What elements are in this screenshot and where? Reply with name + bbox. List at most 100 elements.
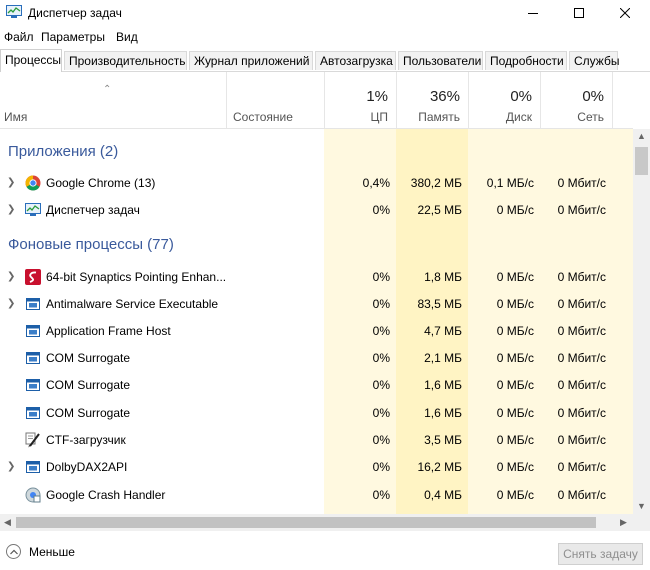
- memory-value: 0,4 МБ: [424, 488, 462, 502]
- process-name: COM Surrogate: [46, 351, 131, 365]
- expand-chevron-icon[interactable]: ❯: [7, 271, 15, 282]
- group-header-apps: Приложения (2): [0, 138, 633, 165]
- minimize-button[interactable]: [510, 0, 556, 26]
- expand-chevron-icon[interactable]: ❯: [7, 177, 15, 188]
- tab-strip: Процессы Производительность Журнал прило…: [0, 49, 650, 72]
- header-cpu[interactable]: 1% ЦП: [324, 72, 396, 128]
- tab-services[interactable]: Службы: [569, 51, 619, 70]
- close-icon: [620, 8, 630, 18]
- table-row[interactable]: ❯ 64-bit Synaptics Pointing Enhan... 0% …: [0, 263, 633, 290]
- menu-options[interactable]: Параметры: [41, 30, 105, 44]
- menu-bar: Файл Параметры Вид: [0, 27, 650, 47]
- cpu-value: 0%: [372, 203, 390, 217]
- header-memory[interactable]: 36% Память: [396, 72, 468, 128]
- table-row[interactable]: COM Surrogate 0% 1,6 МБ 0 МБ/с 0 Мбит/с: [0, 371, 633, 398]
- task-manager-icon: [25, 203, 41, 216]
- expand-chevron-icon[interactable]: ❯: [7, 204, 15, 215]
- disk-value: 0 МБ/с: [496, 270, 534, 284]
- chrome-icon: [25, 175, 41, 191]
- header-network[interactable]: 0% Сеть: [540, 72, 612, 128]
- fewer-details-button[interactable]: Меньше: [6, 544, 75, 559]
- tab-app-history[interactable]: Журнал приложений: [189, 51, 313, 70]
- expand-chevron-icon[interactable]: ❯: [7, 461, 15, 472]
- header-disk[interactable]: 0% Диск: [468, 72, 540, 128]
- expand-chevron-icon[interactable]: ❯: [7, 298, 15, 309]
- header-cpu-label: ЦП: [370, 110, 388, 124]
- tab-startup[interactable]: Автозагрузка: [315, 51, 396, 70]
- table-row[interactable]: COM Surrogate 0% 2,1 МБ 0 МБ/с 0 Мбит/с: [0, 344, 633, 371]
- crash-handler-icon: [25, 487, 41, 503]
- synaptics-icon: [25, 269, 41, 285]
- vertical-scroll-thumb[interactable]: [635, 147, 648, 175]
- network-value: 0 Мбит/с: [557, 378, 606, 392]
- group-header-background: Фоновые процессы (77): [0, 231, 633, 258]
- pen-icon: [25, 432, 40, 448]
- table-row[interactable]: Application Frame Host 0% 4,7 МБ 0 МБ/с …: [0, 317, 633, 344]
- table-row[interactable]: COM Surrogate 0% 1,6 МБ 0 МБ/с 0 Мбит/с: [0, 399, 633, 426]
- disk-value: 0 МБ/с: [496, 297, 534, 311]
- network-value: 0 Мбит/с: [557, 270, 606, 284]
- process-name: Диспетчер задач: [46, 203, 140, 217]
- scroll-left-icon[interactable]: ◀: [4, 517, 11, 528]
- disk-value: 0,1 МБ/с: [486, 176, 534, 190]
- footer: Меньше Снять задачу: [0, 531, 650, 570]
- memory-value: 1,6 МБ: [424, 406, 462, 420]
- sort-up-icon: ⌃: [103, 84, 112, 95]
- cpu-value: 0%: [372, 406, 390, 420]
- process-name: Antimalware Service Executable: [46, 297, 219, 311]
- table-row[interactable]: CTF-загрузчик 0% 3,5 МБ 0 МБ/с 0 Мбит/с: [0, 426, 633, 453]
- header-memory-pct: 36%: [429, 88, 460, 105]
- disk-value: 0 МБ/с: [496, 378, 534, 392]
- horizontal-scrollbar[interactable]: ◀ ▶: [0, 514, 633, 531]
- horizontal-scroll-thumb[interactable]: [16, 517, 596, 528]
- end-task-button[interactable]: Снять задачу: [558, 543, 643, 565]
- tab-processes[interactable]: Процессы: [0, 49, 62, 72]
- maximize-button[interactable]: [556, 0, 602, 26]
- table-row[interactable]: Google Crash Handler 0% 0,4 МБ 0 МБ/с 0 …: [0, 481, 633, 508]
- scroll-down-icon[interactable]: ▼: [637, 501, 646, 511]
- menu-view[interactable]: Вид: [116, 30, 138, 44]
- window-title: Диспетчер задач: [28, 6, 122, 20]
- group-title: Приложения (2): [8, 143, 119, 160]
- table-row[interactable]: ❯ DolbyDAX2API 0% 16,2 МБ 0 МБ/с 0 Мбит/…: [0, 453, 633, 480]
- memory-value: 380,2 МБ: [410, 176, 462, 190]
- scroll-up-icon[interactable]: ▲: [637, 131, 646, 141]
- memory-value: 1,8 МБ: [424, 270, 462, 284]
- window-icon: [26, 352, 40, 364]
- menu-file[interactable]: Файл: [4, 30, 34, 44]
- close-button[interactable]: [602, 0, 648, 26]
- scroll-right-icon[interactable]: ▶: [620, 517, 627, 528]
- table-row[interactable]: ❯ Antimalware Service Executable 0% 83,5…: [0, 290, 633, 317]
- process-name: COM Surrogate: [46, 406, 131, 420]
- table-row[interactable]: ❯ Диспетчер задач 0% 22,5 МБ 0 МБ/с 0 Мб…: [0, 196, 633, 223]
- group-title: Фоновые процессы (77): [8, 236, 174, 253]
- tab-performance[interactable]: Производительность: [64, 51, 187, 70]
- maximize-icon: [574, 8, 584, 18]
- header-name-label: Имя: [4, 110, 28, 124]
- header-network-label: Сеть: [577, 110, 604, 124]
- vertical-scrollbar[interactable]: ▲ ▼: [633, 129, 650, 514]
- memory-value: 22,5 МБ: [417, 203, 462, 217]
- memory-value: 1,6 МБ: [424, 378, 462, 392]
- network-value: 0 Мбит/с: [557, 297, 606, 311]
- table-row[interactable]: ❯ Google Chrome (13) 0,4% 380,2 МБ 0,1 М…: [0, 169, 633, 196]
- network-value: 0 Мбит/с: [557, 488, 606, 502]
- process-name: DolbyDAX2API: [46, 460, 128, 474]
- memory-value: 16,2 МБ: [417, 460, 462, 474]
- header-name[interactable]: ⌃ Имя: [0, 72, 226, 128]
- tab-details[interactable]: Подробности: [485, 51, 567, 70]
- network-value: 0 Мбит/с: [557, 351, 606, 365]
- cpu-value: 0,4%: [362, 176, 390, 190]
- cpu-value: 0%: [372, 378, 390, 392]
- process-name: COM Surrogate: [46, 378, 131, 392]
- tab-users[interactable]: Пользователи: [398, 51, 483, 70]
- network-value: 0 Мбит/с: [557, 203, 606, 217]
- header-memory-label: Память: [418, 110, 460, 124]
- cpu-value: 0%: [372, 324, 390, 338]
- process-name: Application Frame Host: [46, 324, 171, 338]
- memory-value: 3,5 МБ: [424, 433, 462, 447]
- process-list: Приложения (2) ❯ Google Chrome (13) 0,4%…: [0, 129, 633, 514]
- header-status[interactable]: Состояние: [226, 72, 324, 128]
- process-name: Google Chrome (13): [46, 176, 156, 190]
- memory-value: 83,5 МБ: [417, 297, 462, 311]
